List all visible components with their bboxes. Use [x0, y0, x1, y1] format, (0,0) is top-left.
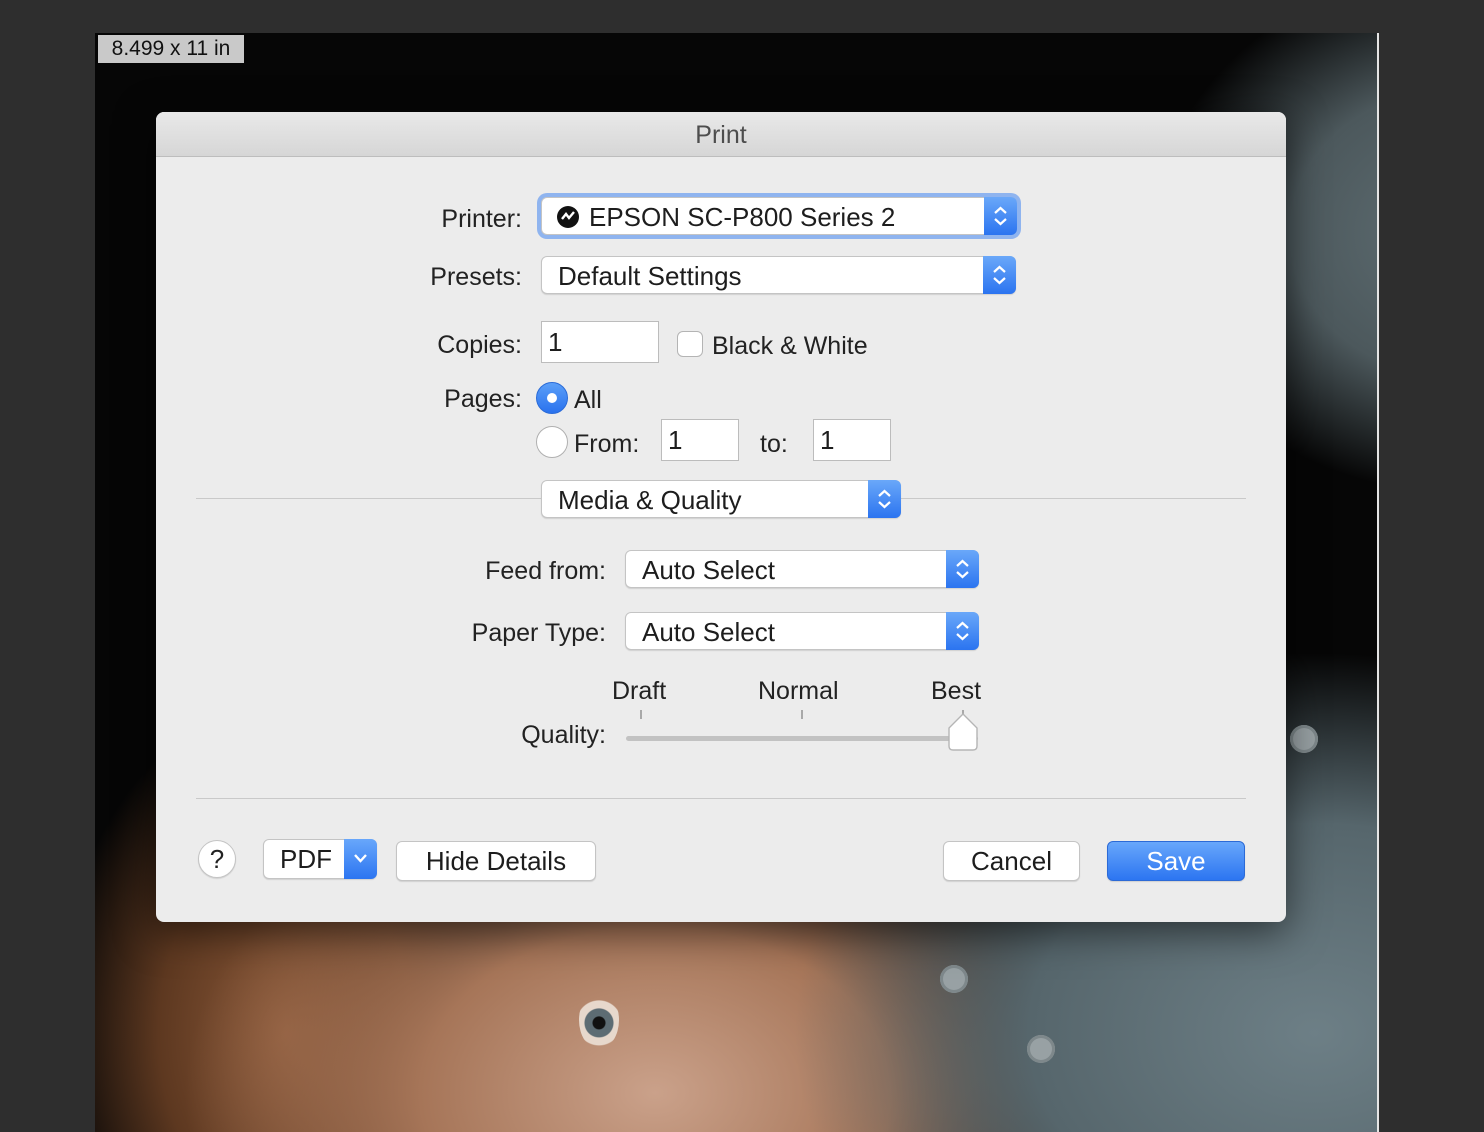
quality-tick-mark — [801, 710, 803, 719]
printer-popup[interactable]: EPSON SC-P800 Series 2 — [541, 197, 1017, 235]
shirt-button-detail — [1027, 1035, 1055, 1063]
pages-to-label: to: — [760, 430, 788, 458]
copies-label: Copies: — [437, 331, 522, 359]
up-down-stepper-icon — [868, 480, 901, 518]
page-size-label: 8.499 x 11 in — [98, 35, 244, 63]
pdf-menu-button[interactable]: PDF — [263, 839, 377, 879]
printer-status-icon — [557, 206, 579, 228]
footer-divider — [196, 798, 1246, 799]
dialog-title: Print — [156, 112, 1286, 157]
cancel-button[interactable]: Cancel — [943, 841, 1080, 881]
feed-from-popup[interactable]: Auto Select — [625, 550, 979, 588]
print-dialog: Print Printer: EPSON SC-P800 Series 2 Pr… — [156, 112, 1286, 922]
feed-from-label: Feed from: — [485, 557, 606, 585]
shirt-button-detail — [1290, 725, 1318, 753]
quality-tick-best: Best — [931, 677, 982, 705]
presets-popup[interactable]: Default Settings — [541, 256, 1016, 294]
pages-to-field[interactable]: 1 — [813, 419, 891, 461]
pages-label: Pages: — [444, 385, 522, 413]
paper-type-value: Auto Select — [642, 617, 775, 647]
quality-label: Quality: — [521, 721, 606, 749]
section-divider-left — [196, 498, 541, 499]
pages-from-label[interactable]: From: — [574, 427, 639, 461]
paper-type-label: Paper Type: — [471, 619, 606, 647]
pdf-label: PDF — [280, 844, 332, 874]
chevron-down-icon — [344, 839, 377, 879]
save-button[interactable]: Save — [1107, 841, 1245, 881]
section-popup-value: Media & Quality — [558, 485, 742, 515]
pages-all-label[interactable]: All — [574, 383, 602, 417]
pages-all-radio[interactable] — [536, 382, 568, 414]
quality-slider-knob[interactable] — [947, 712, 979, 752]
quality-tick-draft: Draft — [612, 677, 667, 705]
pages-from-radio[interactable] — [536, 426, 568, 458]
pages-from-field[interactable]: 1 — [661, 419, 739, 461]
quality-tick-mark — [640, 710, 642, 719]
section-popup[interactable]: Media & Quality — [541, 480, 901, 518]
feed-from-value: Auto Select — [642, 555, 775, 585]
help-button[interactable]: ? — [198, 840, 236, 878]
up-down-stepper-icon — [984, 197, 1017, 235]
section-divider-right — [901, 498, 1246, 499]
up-down-stepper-icon — [946, 550, 979, 588]
copies-field[interactable]: 1 — [541, 321, 659, 363]
black-white-label[interactable]: Black & White — [712, 329, 868, 363]
quality-slider-track[interactable] — [626, 736, 978, 741]
shirt-button-detail — [940, 965, 968, 993]
presets-value: Default Settings — [558, 261, 742, 291]
up-down-stepper-icon — [946, 612, 979, 650]
photo-eye — [579, 991, 619, 1049]
presets-label: Presets: — [430, 263, 522, 291]
quality-tick-normal: Normal — [758, 677, 839, 705]
page-edge — [1377, 33, 1379, 1132]
black-white-checkbox[interactable] — [677, 331, 703, 357]
hide-details-button[interactable]: Hide Details — [396, 841, 596, 881]
paper-type-popup[interactable]: Auto Select — [625, 612, 979, 650]
up-down-stepper-icon — [983, 256, 1016, 294]
printer-value: EPSON SC-P800 Series 2 — [589, 202, 896, 232]
printer-label: Printer: — [441, 205, 522, 233]
